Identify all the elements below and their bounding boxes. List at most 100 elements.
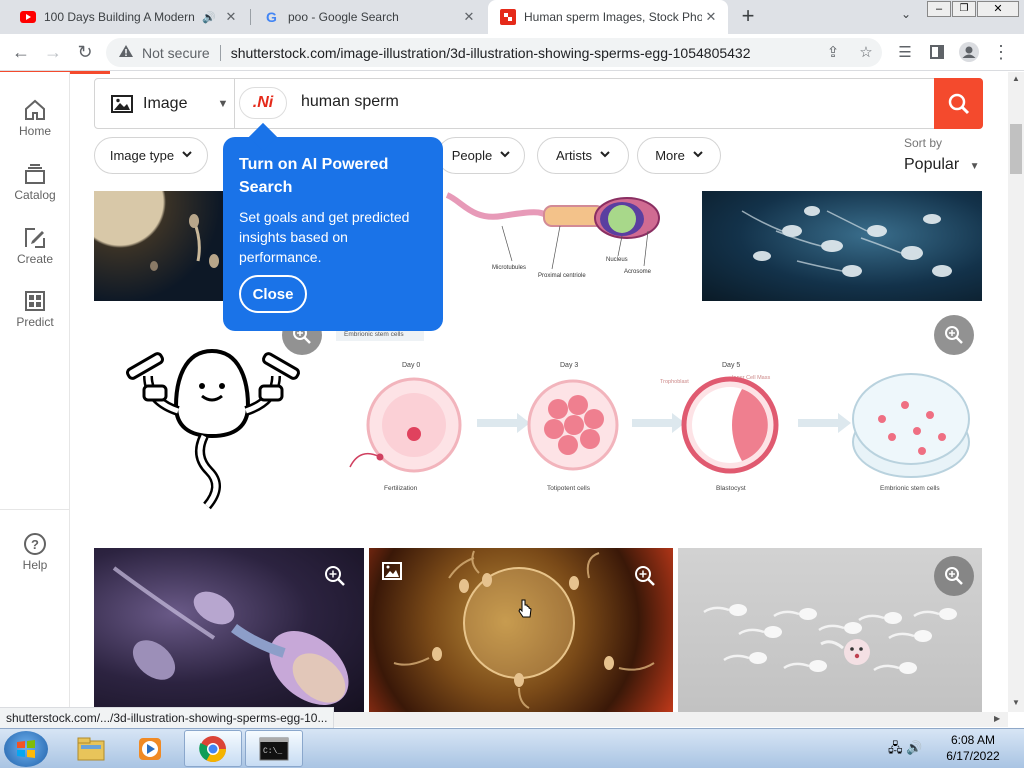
reload-icon[interactable]: ↻ <box>72 39 98 65</box>
catalog-icon <box>25 164 45 184</box>
tab-title: Human sperm Images, Stock Pho <box>524 10 702 24</box>
zoom-preview-button[interactable] <box>322 563 348 589</box>
scrollbar-thumb[interactable] <box>1010 124 1022 174</box>
tab-strip: 100 Days Building A Modern 🔊 ✕ G poo - G… <box>0 0 1024 34</box>
vertical-scrollbar[interactable]: ▲ ▼ <box>1008 72 1024 712</box>
result-image-embryo-stages[interactable]: Embrionic stem cells Day 0 Day 3 Day 5 T… <box>332 327 982 507</box>
image-icon <box>111 94 133 113</box>
close-icon[interactable]: ✕ <box>702 8 720 26</box>
sidebar-item-predict[interactable]: Predict <box>0 289 70 329</box>
sidebar-item-label: Predict <box>16 315 54 329</box>
clock-time: 6:08 AM <box>950 733 996 747</box>
image-type-photo-icon <box>379 558 405 584</box>
warning-icon[interactable] <box>118 44 136 61</box>
diagram-label: Microtubules <box>492 265 526 271</box>
window-close-button[interactable]: ✕ <box>977 1 1019 17</box>
tab-title: 100 Days Building A Modern <box>44 10 195 24</box>
close-icon[interactable]: ✕ <box>460 8 478 26</box>
search-bar: Image ▼ .Νi human sperm <box>94 78 983 129</box>
tab-shutterstock[interactable]: Human sperm Images, Stock Pho ✕ <box>488 0 728 34</box>
tab-title: poo - Google Search <box>288 10 399 24</box>
tab-google[interactable]: G poo - Google Search ✕ <box>252 0 486 34</box>
google-icon: G <box>264 9 280 25</box>
result-image-egg-sperm[interactable] <box>94 191 224 301</box>
network-icon[interactable]: 🖧 <box>888 740 903 755</box>
filter-people[interactable]: People <box>437 137 525 174</box>
media-control-icon[interactable]: ☰ <box>892 39 918 65</box>
start-button[interactable] <box>4 731 48 767</box>
youtube-icon <box>20 9 36 25</box>
scroll-up-icon[interactable]: ▲ <box>1012 74 1020 83</box>
restore-button[interactable]: ❐ <box>952 1 976 17</box>
help-icon: ? <box>24 533 46 555</box>
scroll-down-icon[interactable]: ▼ <box>1012 698 1020 707</box>
sort-by-dropdown[interactable]: Popular ▼ <box>904 156 980 174</box>
caret-down-icon: ▼ <box>217 97 229 110</box>
filter-artists[interactable]: Artists <box>537 137 629 174</box>
magnify-plus-icon <box>325 566 345 586</box>
tab-separator <box>250 9 251 25</box>
tab-youtube[interactable]: 100 Days Building A Modern 🔊 ✕ <box>8 0 248 34</box>
filter-label: More <box>655 148 685 163</box>
filter-label: Artists <box>555 148 593 163</box>
share-icon[interactable]: ⇪ <box>820 39 846 65</box>
sort-by-label: Sort by <box>904 136 943 150</box>
chevron-down-icon <box>182 150 192 161</box>
audio-icon[interactable]: 🔊 <box>202 11 216 24</box>
media-player-icon <box>139 737 161 760</box>
profile-avatar-icon[interactable] <box>956 39 982 65</box>
system-clock[interactable]: 6:08 AM 6/17/2022 <box>930 732 1016 764</box>
popover-close-button[interactable]: Close <box>239 275 307 313</box>
svg-text:?: ? <box>31 537 39 552</box>
zoom-preview-button[interactable] <box>934 556 974 596</box>
scroll-right-icon[interactable]: ▶ <box>994 714 1000 723</box>
result-image-egg-golden[interactable] <box>369 548 673 712</box>
sidebar-item-home[interactable]: Home <box>0 98 70 138</box>
sidebar-item-create[interactable]: Create <box>0 226 70 266</box>
taskbar-cmd[interactable]: C:\_ <box>245 730 303 767</box>
back-icon[interactable]: ← <box>8 39 34 65</box>
sidebar-item-help[interactable]: ? Help <box>0 532 70 572</box>
taskbar-explorer[interactable] <box>62 730 120 767</box>
side-panel-icon[interactable] <box>924 39 950 65</box>
zoom-preview-button[interactable] <box>934 315 974 355</box>
menu-kebab-icon[interactable]: ⋮ <box>988 39 1014 65</box>
volume-icon[interactable]: 🔊 <box>906 740 922 755</box>
ai-search-toggle[interactable]: .Νi <box>239 87 287 119</box>
search-type-dropdown[interactable]: Image ▼ <box>95 79 235 128</box>
minimize-button[interactable]: – <box>927 1 951 17</box>
forward-icon[interactable]: → <box>40 39 66 65</box>
url-text[interactable]: shutterstock.com/image-illustration/3d-i… <box>231 45 751 61</box>
bookmark-star-icon[interactable]: ☆ <box>853 39 879 65</box>
result-image-sperm-diagram[interactable]: Microtubules Proximal centriole Nucleus … <box>422 191 694 301</box>
result-image-sperm-cartoon[interactable] <box>114 341 314 511</box>
new-tab-button[interactable]: + <box>736 5 760 29</box>
diagram-label: Proximal centriole <box>538 273 586 279</box>
predict-icon <box>25 291 45 311</box>
magnify-plus-icon <box>945 567 963 585</box>
search-button[interactable] <box>934 78 983 129</box>
diagram-label: Acrosome <box>624 269 652 275</box>
filter-image-type[interactable]: Image type <box>94 137 208 174</box>
diagram-label: Trophoblast <box>660 379 689 385</box>
popover-title: Turn on AI Powered Search <box>239 156 389 196</box>
toolbar: ← → ↻ Not secure shutterstock.com/image-… <box>0 34 1024 71</box>
sidebar-item-catalog[interactable]: Catalog <box>0 162 70 202</box>
windows-taskbar: C:\_ 🖧 🔊 6:08 AM 6/17/2022 <box>0 728 1024 768</box>
search-icon <box>948 93 969 114</box>
taskbar-chrome[interactable] <box>184 730 242 767</box>
security-label[interactable]: Not secure <box>142 45 210 61</box>
windows-logo-icon <box>17 740 35 758</box>
result-image-sperm-swarm[interactable] <box>702 191 982 301</box>
search-input[interactable]: human sperm <box>301 93 399 111</box>
zoom-preview-button[interactable] <box>632 563 658 589</box>
tab-search-chevron-icon[interactable]: ⌄ <box>896 7 916 27</box>
address-bar[interactable]: Not secure shutterstock.com/image-illust… <box>106 38 882 67</box>
close-icon[interactable]: ✕ <box>222 8 240 26</box>
magnify-plus-icon <box>945 326 963 344</box>
taskbar-media-player[interactable] <box>121 730 179 767</box>
ai-search-popover: Turn on AI Powered Search Set goals and … <box>223 122 443 331</box>
diagram-label: Day 3 <box>560 362 578 369</box>
filter-more[interactable]: More <box>637 137 721 174</box>
popover-body: Set goals and get predicted insights bas… <box>239 209 410 265</box>
